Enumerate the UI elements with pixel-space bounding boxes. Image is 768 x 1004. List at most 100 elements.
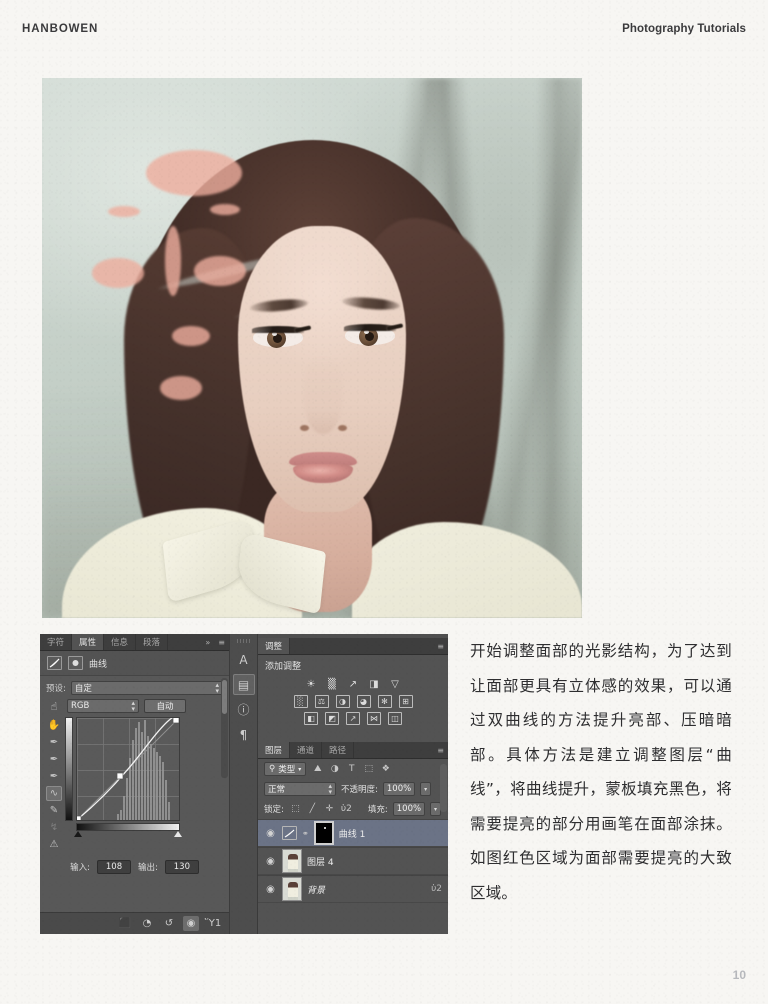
preset-select[interactable]: 自定 ▴ ▾ [70,681,223,695]
layers-menu-icon[interactable]: ≡ [433,742,448,758]
auto-button[interactable]: 自动 [144,699,186,713]
tab-路径[interactable]: 路径 [322,742,355,758]
panel-dock-strip[interactable]: A ▤ ⓘ ¶ [230,634,258,934]
color-lookup-icon[interactable]: ⊞ [398,695,413,708]
layer-row[interactable]: ◉ ⚭ 曲线 1 [258,819,448,847]
dock-grip-icon[interactable] [236,639,251,643]
tab-adjustments[interactable]: 调整 [258,638,291,654]
layers-scrollbar[interactable] [440,764,447,812]
blend-mode-select[interactable]: 正常 ▴ ▾ [264,782,336,796]
channel-select[interactable]: RGB ▴ ▾ [67,699,139,713]
layers-tab-bar[interactable]: 图层 通道 路径 ≡ [258,742,448,759]
layer-row[interactable]: ◉ 图层 4 [258,847,448,875]
on-image-adjust-icon[interactable]: ☝ [46,700,62,713]
tab-信息[interactable]: 信息 [104,634,137,650]
toggle-visibility-icon[interactable]: ◉ [183,916,199,931]
tab-通道[interactable]: 通道 [290,742,323,758]
pencil-tool[interactable]: ✎ [46,803,62,818]
fill-value[interactable]: 100% [392,802,426,816]
layer-thumbnail[interactable] [282,877,302,901]
clipping-warning[interactable]: ⚠ [46,837,62,852]
layer-list[interactable]: ◉ ⚭ 曲线 1 ◉ 图层 4 ◉ 背景 ὑ2 [258,819,448,903]
properties-panel-icon[interactable]: ▤ [232,674,255,695]
photo-filter-icon[interactable]: ◕ [356,695,371,708]
opacity-stepper-icon[interactable]: ▾ [420,782,432,796]
reset-icon[interactable]: ↺ [161,916,177,931]
view-previous-state-icon[interactable]: ◔ [139,916,155,931]
nostril-left [300,425,309,431]
curves-layer-icon[interactable] [282,826,297,840]
eyedropper-white[interactable]: ✒ [46,769,62,784]
adjustments-menu-icon[interactable]: ≡ [433,638,448,654]
smooth-tool[interactable]: ↯ [46,820,62,835]
delete-icon[interactable]: Ὕ1 [205,916,221,931]
mask-link-icon[interactable]: ⚭ [302,829,309,838]
adjustments-tab-bar[interactable]: 调整 ≡ [258,638,448,655]
eye-icon[interactable]: ◉ [264,856,277,867]
lock-all-icon[interactable]: ὑ2 [340,803,353,816]
curve-grid[interactable] [76,717,180,821]
properties-tab-bar[interactable]: 字符 属性 信息 段落 » ≡ [40,634,229,651]
posterize-icon[interactable]: ◩ [325,712,339,725]
filter-pixel-icon[interactable]: ⛰ [311,763,324,776]
filter-shape-icon[interactable]: ⬚ [362,763,375,776]
curve-graph[interactable] [65,717,191,852]
lock-image-icon[interactable]: ╱ [306,803,319,816]
panel-menu-icon[interactable]: ≡ [214,634,229,650]
exposure-icon[interactable]: ◨ [367,678,381,691]
threshold-icon[interactable]: ↗ [346,712,360,725]
layer-row[interactable]: ◉ 背景 ὑ2 [258,875,448,903]
tab-属性[interactable]: 属性 [72,634,105,650]
search-icon: ⚲ [269,764,276,774]
retouch-marker-brow-left [108,206,140,217]
info-panel-icon[interactable]: ⓘ [233,699,255,720]
lock-buttons[interactable]: ⬚ ╱ ✛ ὑ2 [289,803,353,816]
filter-type-icon[interactable]: T [345,763,358,776]
curve-tool[interactable]: ∿ [46,786,62,801]
type-panel-icon[interactable]: A [233,649,255,670]
input-value-field[interactable]: 108 [97,860,131,874]
adjustment-icon-grid[interactable]: ☀ ▒ ↗ ◨ ▽ ░ ⚖ ◑ ◕ ✻ ⊞ ◧ ◩ ↗ ⋈ ◫ [258,675,448,725]
eye-icon[interactable]: ◉ [264,884,277,895]
layer-filter-buttons[interactable]: ⛰ ◑ T ⬚ ❖ [311,763,392,776]
gradient-map-icon[interactable]: ⋈ [367,712,381,725]
opacity-value[interactable]: 100% [382,782,416,796]
invert-icon[interactable]: ◧ [304,712,318,725]
levels-icon[interactable]: ▒ [325,678,339,691]
layer-thumbnail[interactable] [282,849,302,873]
eyedropper-gray[interactable]: ✒ [46,752,62,767]
filter-smart-icon[interactable]: ❖ [379,763,392,776]
tab-段落[interactable]: 段落 [136,634,169,650]
vibrance-icon[interactable]: ▽ [388,678,402,691]
lock-label: 锁定: [264,805,284,815]
color-balance-icon[interactable]: ⚖ [314,695,329,708]
output-value-field[interactable]: 130 [164,860,199,874]
layer-filter-select[interactable]: ⚲ 类型 ▾ [264,762,307,776]
eye-icon[interactable]: ◉ [264,828,277,839]
white-point-slider[interactable] [174,831,182,837]
hand-tool[interactable]: ✋ [46,718,62,733]
chevron-updown-icon-blend: ▴ ▾ [328,781,332,796]
lock-position-icon[interactable]: ✛ [323,803,336,816]
eye-left [252,325,312,349]
hue-saturation-icon[interactable]: ░ [293,695,308,708]
properties-footer-toolbar[interactable]: ⬛ ◔ ↺ ◉ Ὕ1 [40,912,229,934]
curve-tool-strip[interactable]: ✋ ✒ ✒ ✒ ∿ ✎ ↯ ⚠ [46,717,62,852]
channel-mixer-icon[interactable]: ✻ [377,695,392,708]
lock-transparent-icon[interactable]: ⬚ [289,803,302,816]
selective-color-icon[interactable]: ◫ [388,712,402,725]
curves-scrollbar[interactable] [221,678,228,778]
layer-mask-thumbnail[interactable] [313,821,334,845]
collapse-icon[interactable]: » [201,634,214,650]
clip-to-layer-icon[interactable]: ⬛ [117,916,133,931]
filter-adjustment-icon[interactable]: ◑ [328,763,341,776]
paragraph-panel-icon[interactable]: ¶ [233,724,255,745]
curves-icon[interactable]: ↗ [346,678,360,691]
tab-字符[interactable]: 字符 [40,634,73,650]
black-point-slider[interactable] [74,831,82,837]
eyedropper-black[interactable]: ✒ [46,735,62,750]
curve-graph-area: ✋ ✒ ✒ ✒ ∿ ✎ ↯ ⚠ [46,678,228,852]
black-white-icon[interactable]: ◑ [335,695,350,708]
brightness-contrast-icon[interactable]: ☀ [304,678,318,691]
tab-图层[interactable]: 图层 [258,742,291,758]
